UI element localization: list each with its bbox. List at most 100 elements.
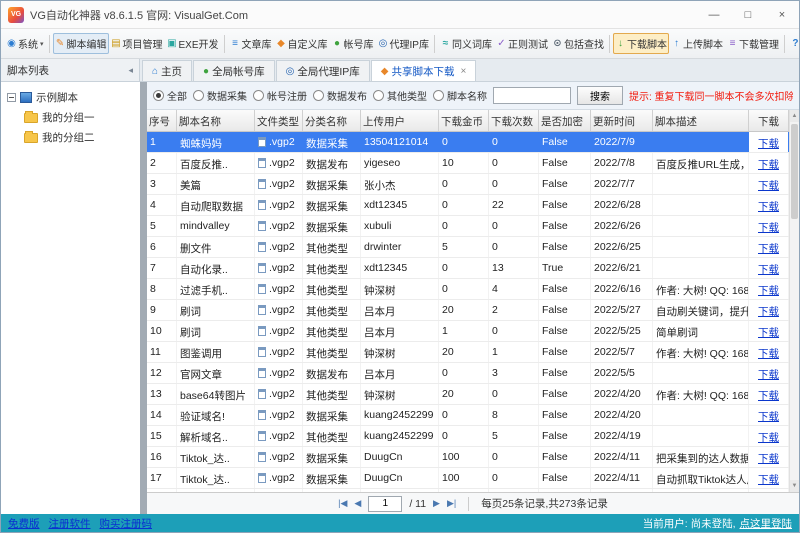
col-header-name[interactable]: 脚本名称	[177, 110, 255, 131]
cell-encrypted: True	[539, 258, 591, 278]
toolbar-item-download-mgmt[interactable]: ≡下载管理	[725, 33, 781, 54]
col-header-file-type[interactable]: 文件类型	[255, 110, 303, 131]
download-link[interactable]: 下载	[758, 369, 779, 381]
table-row[interactable]: 8 过滤手机.. .vgp2 其他类型 钟深树 0 4 False 2022/6…	[147, 279, 789, 300]
cell-name: 官网文章	[177, 363, 255, 383]
register-software-link[interactable]: 注册软件	[49, 516, 91, 531]
tab-global-account-lib[interactable]: ●全局帐号库	[193, 60, 275, 81]
download-link[interactable]: 下载	[758, 222, 779, 234]
table-row[interactable]: 16 Tiktok_达.. .vgp2 数据采集 DuugCn 100 0 Fa…	[147, 447, 789, 468]
table-row[interactable]: 3 美篇 .vgp2 数据采集 张小杰 0 0 False 2022/7/7 下…	[147, 174, 789, 195]
free-version-link[interactable]: 免费版	[8, 516, 40, 531]
toolbar-item-system[interactable]: ◉系统▾	[4, 33, 46, 54]
col-header-updated[interactable]: 更新时间	[591, 110, 653, 131]
download-link[interactable]: 下载	[758, 390, 779, 402]
buy-license-link[interactable]: 购买注册码	[100, 516, 153, 531]
table-row[interactable]: 10 刷词 .vgp2 其他类型 吕本月 1 0 False 2022/5/25…	[147, 321, 789, 342]
download-link[interactable]: 下载	[758, 180, 779, 192]
toolbar-item-project-mgmt[interactable]: ▤项目管理	[109, 33, 165, 54]
download-link[interactable]: 下载	[758, 411, 779, 423]
table-scrollbar[interactable]: ▲ ▼	[789, 110, 799, 492]
radio-script-name[interactable]: 脚本名称	[433, 88, 487, 103]
col-header-index[interactable]: 序号	[147, 110, 177, 131]
table-row[interactable]: 12 官网文章 .vgp2 数据发布 吕本月 0 3 False 2022/5/…	[147, 363, 789, 384]
download-link[interactable]: 下载	[758, 201, 779, 213]
tab-shared-script-download[interactable]: ◆共享脚本下载×	[371, 60, 477, 81]
table-row[interactable]: 17 Tiktok_达.. .vgp2 数据采集 DuugCn 100 0 Fa…	[147, 468, 789, 489]
table-row[interactable]: 6 删文件 .vgp2 其他类型 drwinter 5 0 False 2022…	[147, 237, 789, 258]
toolbar-item-script-edit[interactable]: ✎脚本编辑	[53, 33, 109, 54]
download-link[interactable]: 下载	[758, 453, 779, 465]
toolbar-item-include-search[interactable]: ⊙包括查找	[550, 33, 606, 54]
login-link[interactable]: 点这里登陆	[740, 518, 793, 530]
download-link[interactable]: 下载	[758, 306, 779, 318]
table-row[interactable]: 2 百度反推.. .vgp2 数据发布 yigeseo 10 0 False 2…	[147, 153, 789, 174]
table-row[interactable]: 5 mindvalley .vgp2 数据采集 xubuli 0 0 False…	[147, 216, 789, 237]
toolbar-item-exe-dev[interactable]: ▣EXE开发	[165, 33, 221, 54]
scroll-up-icon[interactable]: ▲	[790, 110, 799, 122]
download-link[interactable]: 下载	[758, 264, 779, 276]
maximize-button[interactable]: □	[731, 1, 765, 28]
download-link[interactable]: 下载	[758, 432, 779, 444]
toolbar-item-article-lib[interactable]: ≡文章库	[228, 33, 274, 54]
tree-item-example-scripts[interactable]: 示例脚本	[4, 87, 137, 107]
sidebar-splitter[interactable]	[140, 82, 147, 514]
page-number-input[interactable]	[368, 496, 402, 512]
col-header-desc[interactable]: 脚本描述	[653, 110, 749, 131]
table-row[interactable]: 13 base64转图片 .vgp2 其他类型 钟深树 20 0 False 2…	[147, 384, 789, 405]
toolbar-item-download-script[interactable]: ↓下载脚本	[613, 33, 669, 54]
col-header-user[interactable]: 上传用户	[361, 110, 439, 131]
radio-all[interactable]: 全部	[153, 88, 187, 103]
expander-icon[interactable]	[7, 93, 16, 102]
download-link[interactable]: 下载	[758, 159, 779, 171]
search-button[interactable]: 搜索	[577, 86, 623, 105]
radio-data-collect[interactable]: 数据采集	[193, 88, 247, 103]
close-button[interactable]: ×	[765, 1, 799, 28]
col-header-download[interactable]: 下载	[749, 110, 789, 131]
tab-global-proxy-ip-lib[interactable]: ◎全局代理IP库	[276, 60, 370, 81]
col-header-category[interactable]: 分类名称	[303, 110, 361, 131]
table-row[interactable]: 11 图鉴调用 .vgp2 其他类型 钟深树 20 1 False 2022/5…	[147, 342, 789, 363]
download-link[interactable]: 下载	[758, 243, 779, 255]
prev-page-button[interactable]: ◀	[354, 498, 361, 509]
scrollbar-track[interactable]	[790, 122, 799, 480]
help-icon: ?	[790, 38, 799, 49]
toolbar-item-proxy-ip-lib[interactable]: ◎代理IP库	[376, 33, 431, 54]
col-header-coins[interactable]: 下载金币	[439, 110, 489, 131]
scrollbar-thumb[interactable]	[791, 124, 798, 219]
collapse-icon[interactable]: ◂	[128, 65, 133, 76]
download-link[interactable]: 下载	[758, 138, 779, 150]
script-name-input[interactable]	[493, 87, 571, 104]
download-link[interactable]: 下载	[758, 474, 779, 486]
toolbar-item-regex-test[interactable]: ✓正则测试	[494, 33, 550, 54]
tree-item-my-group-1[interactable]: 我的分组一	[4, 107, 137, 127]
download-link[interactable]: 下载	[758, 327, 779, 339]
close-icon[interactable]: ×	[460, 66, 466, 77]
first-page-button[interactable]: |◀	[338, 498, 347, 509]
radio-data-publish[interactable]: 数据发布	[313, 88, 367, 103]
tab-home[interactable]: ⌂主页	[142, 60, 192, 81]
table-row[interactable]: 14 验证域名! .vgp2 数据采集 kuang2452299 0 8 Fal…	[147, 405, 789, 426]
table-row[interactable]: 9 刷词 .vgp2 其他类型 吕本月 20 2 False 2022/5/27…	[147, 300, 789, 321]
col-header-downloads[interactable]: 下载次数	[489, 110, 539, 131]
download-link[interactable]: 下载	[758, 285, 779, 297]
tree-item-my-group-2[interactable]: 我的分组二	[4, 127, 137, 147]
scroll-down-icon[interactable]: ▼	[790, 480, 799, 492]
radio-account-register[interactable]: 帐号注册	[253, 88, 307, 103]
toolbar-item-upload-script[interactable]: ↑上传脚本	[669, 33, 725, 54]
toolbar-item-synonym-lib[interactable]: ≈同义词库	[438, 33, 494, 54]
col-header-encrypted[interactable]: 是否加密	[539, 110, 591, 131]
table-row[interactable]: 4 自动爬取数据 .vgp2 数据采集 xdt12345 0 22 False …	[147, 195, 789, 216]
radio-other-type[interactable]: 其他类型	[373, 88, 427, 103]
minimize-button[interactable]: —	[697, 1, 731, 28]
download-link[interactable]: 下载	[758, 348, 779, 360]
table-row[interactable]: 7 自动化录.. .vgp2 其他类型 xdt12345 0 13 True 2…	[147, 258, 789, 279]
table-row[interactable]: 1 蜘蛛妈妈 .vgp2 数据采集 13504121014 0 0 False …	[147, 132, 789, 153]
toolbar-item-help[interactable]: ?帮助▾	[788, 33, 799, 54]
toolbar-item-custom-lib[interactable]: ◆自定义库	[274, 33, 330, 54]
table-row[interactable]: 15 解析域名.. .vgp2 其他类型 kuang2452299 0 5 Fa…	[147, 426, 789, 447]
cell-desc	[653, 237, 749, 257]
toolbar-item-account-lib[interactable]: ●帐号库	[330, 33, 376, 54]
last-page-button[interactable]: ▶|	[447, 498, 456, 509]
next-page-button[interactable]: ▶	[433, 498, 440, 509]
